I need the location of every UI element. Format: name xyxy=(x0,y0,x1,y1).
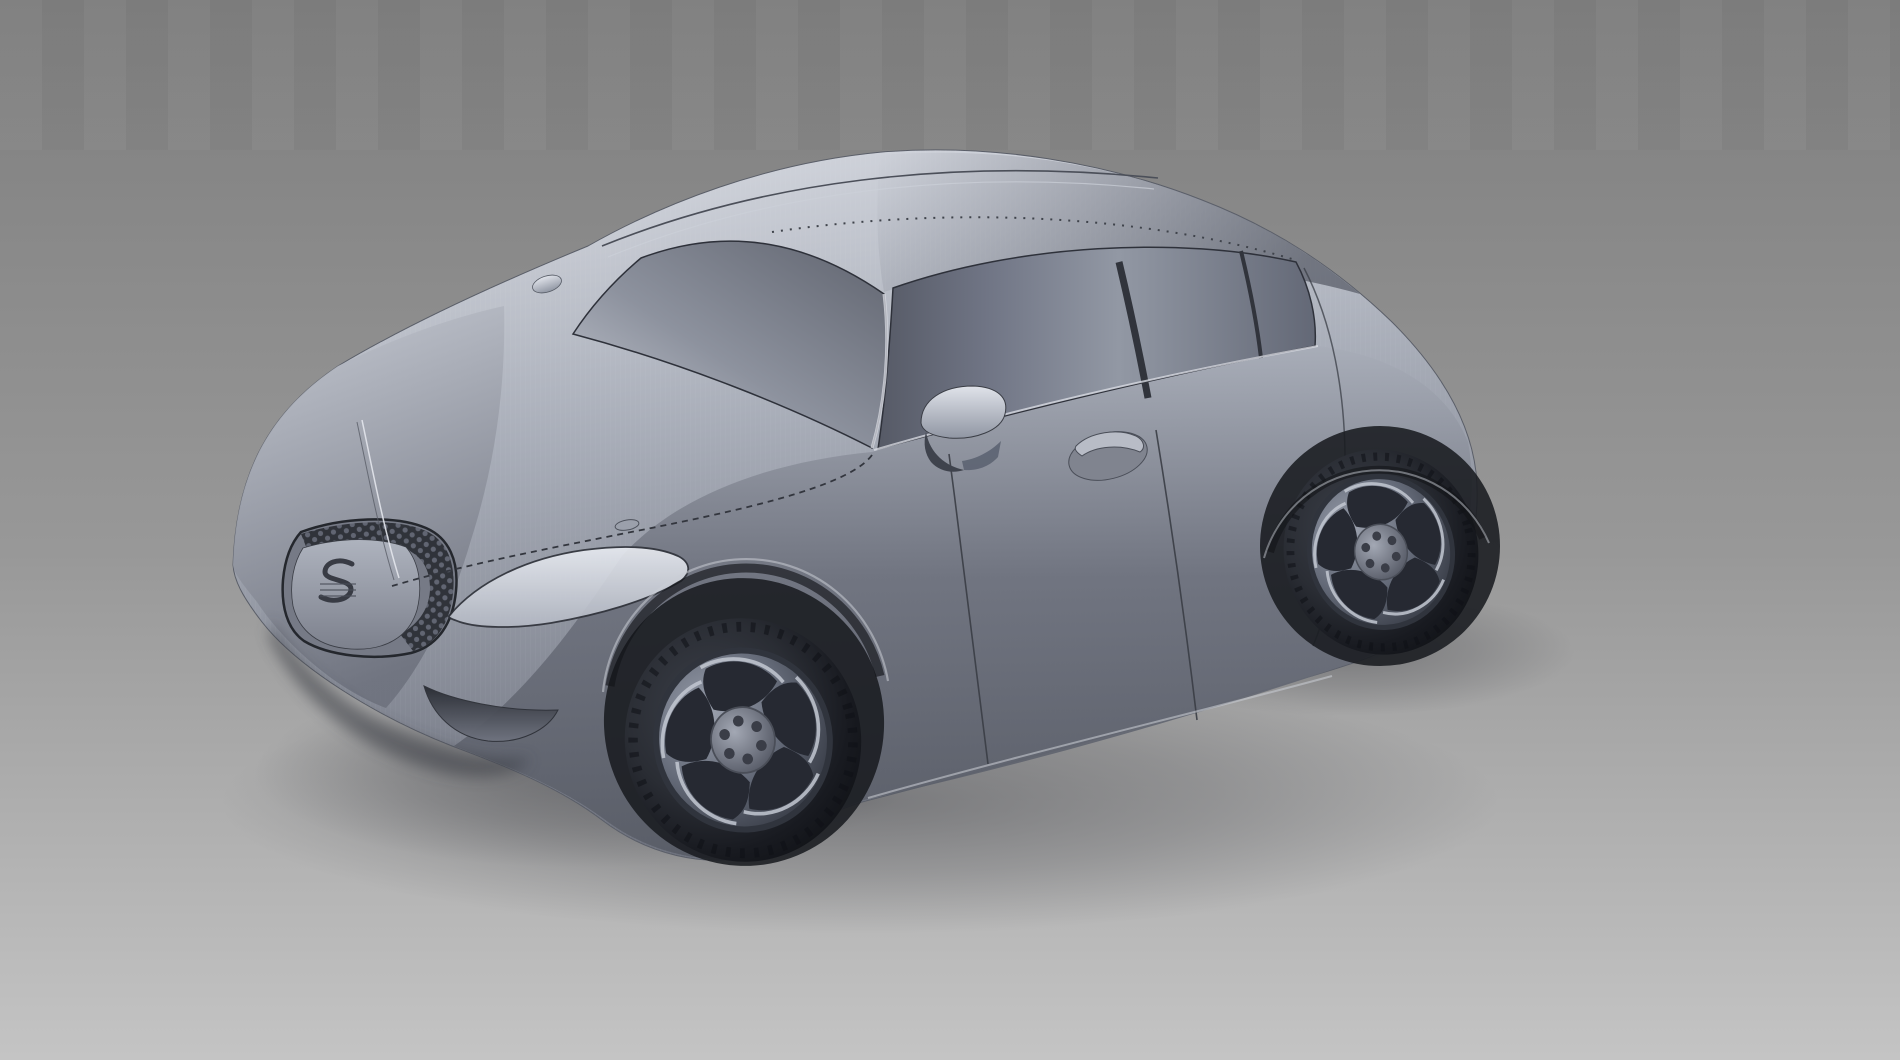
grille xyxy=(283,519,457,656)
grille-panel xyxy=(292,540,420,650)
cad-viewport[interactable] xyxy=(0,0,1900,1060)
car-render xyxy=(0,0,1900,1060)
